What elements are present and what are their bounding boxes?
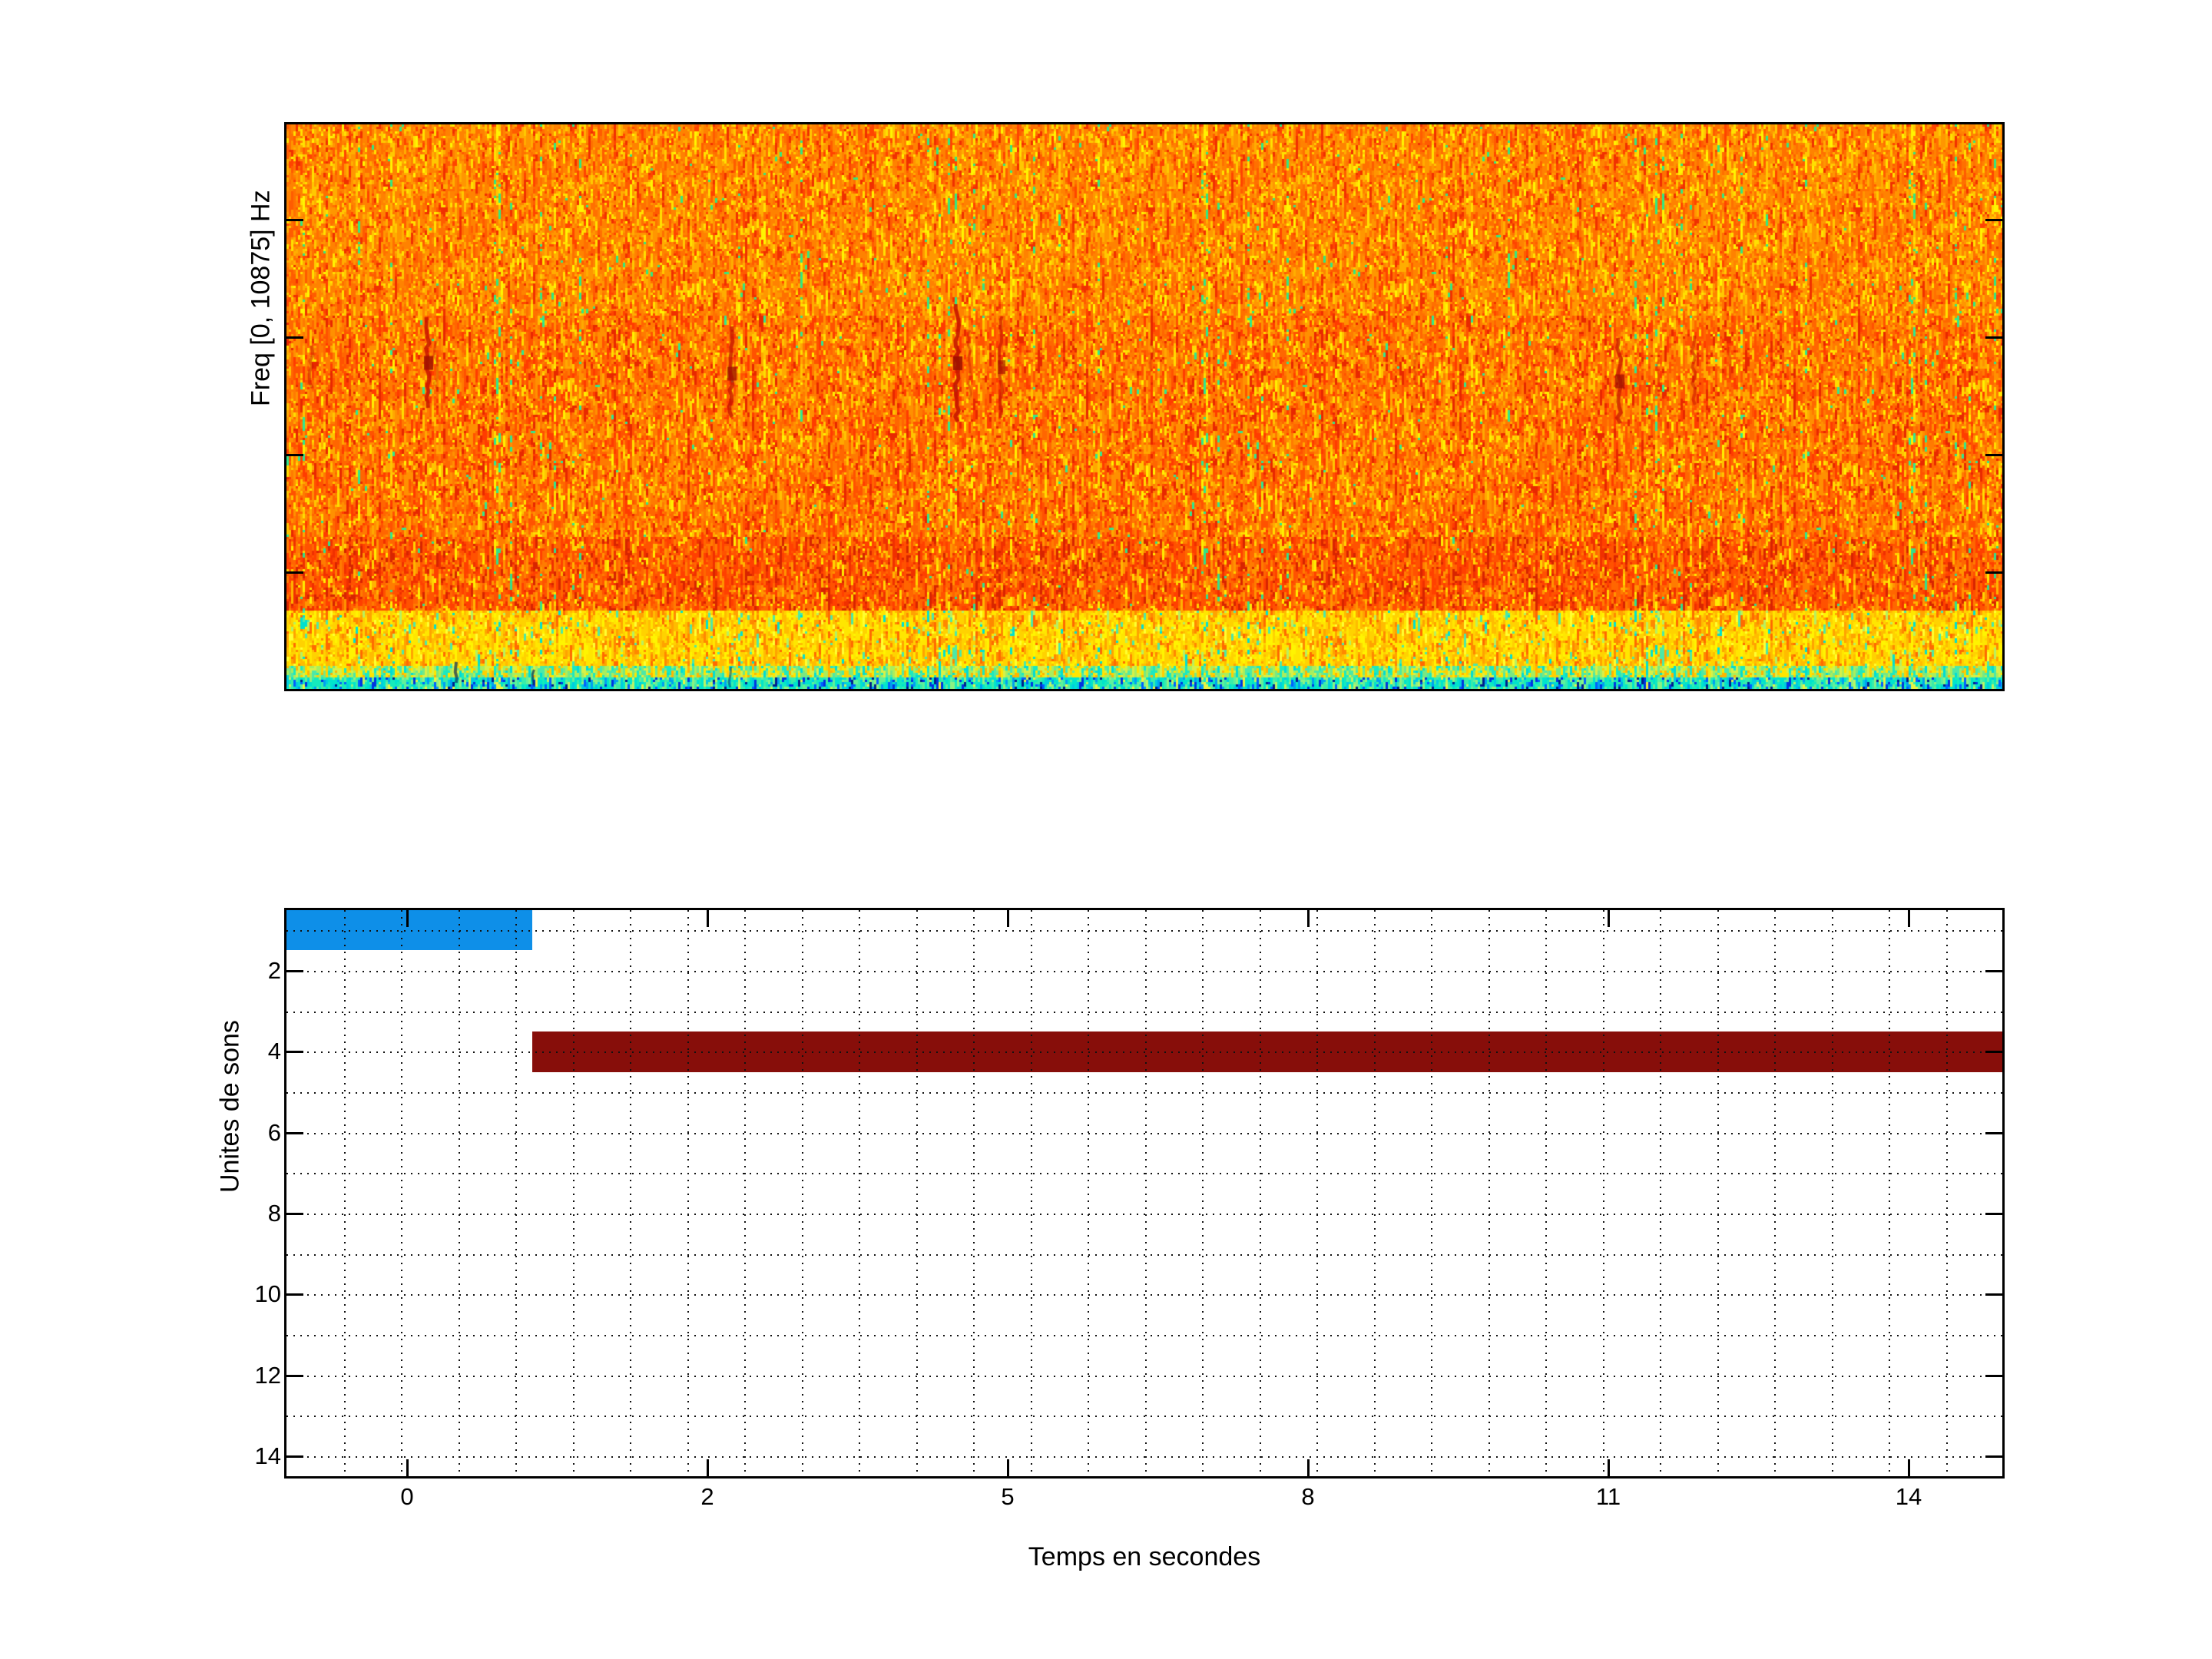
x-tick-bottom <box>1007 1459 1009 1476</box>
x-tick-top <box>1007 910 1009 927</box>
grid-line-vertical <box>859 910 860 1476</box>
grid-line-vertical <box>801 910 803 1476</box>
grid-line-vertical <box>1660 910 1661 1476</box>
x-tick-top <box>1908 910 1910 927</box>
y-tick-left <box>286 1213 303 1215</box>
grid-line-vertical <box>401 910 402 1476</box>
grid-line-vertical <box>916 910 918 1476</box>
grid-line-horizontal <box>286 1214 2002 1216</box>
grid-line-horizontal <box>286 1335 2002 1337</box>
freq-tick-right <box>1985 336 2002 339</box>
x-tick-bottom <box>707 1459 709 1476</box>
grid-line-vertical <box>1431 910 1432 1476</box>
grid-line-vertical <box>1202 910 1204 1476</box>
grid-line-vertical <box>744 910 746 1476</box>
y-tick-right <box>1985 1455 2002 1458</box>
y-tick-label: 4 <box>267 1038 281 1065</box>
y-tick-right <box>1985 1213 2002 1215</box>
grid-line-horizontal <box>286 1092 2002 1094</box>
x-tick-top <box>707 910 709 927</box>
grid-line-vertical <box>1144 910 1147 1476</box>
grid-line-vertical <box>1259 910 1261 1476</box>
y-tick-left <box>286 1132 303 1134</box>
x-tick-bottom <box>1908 1459 1910 1476</box>
grid-line-horizontal <box>286 1456 2002 1459</box>
y-tick-label: 2 <box>267 957 281 984</box>
grid-line-vertical <box>515 910 517 1476</box>
y-tick-label: 10 <box>254 1280 281 1307</box>
timeline-xlabel: Temps en secondes <box>1028 1542 1261 1571</box>
grid-line-vertical <box>1831 910 1833 1476</box>
x-tick-label: 2 <box>700 1483 714 1510</box>
grid-line-vertical <box>1774 910 1776 1476</box>
y-tick-label: 14 <box>254 1442 281 1469</box>
grid-line-vertical <box>687 910 689 1476</box>
grid-line-horizontal <box>286 1051 2002 1054</box>
grid-line-vertical <box>1889 910 1890 1476</box>
grid-line-vertical <box>1545 910 1547 1476</box>
freq-tick-left <box>286 571 303 574</box>
y-tick-left <box>286 1293 303 1296</box>
grid-line-horizontal <box>286 1132 2002 1134</box>
freq-tick-right <box>1985 454 2002 456</box>
grid-line-vertical <box>1088 910 1089 1476</box>
y-tick-left <box>286 1375 303 1377</box>
grid-line-horizontal <box>286 1253 2002 1256</box>
y-tick-right <box>1985 1375 2002 1377</box>
grid-line-vertical <box>572 910 575 1476</box>
x-tick-top <box>1307 910 1310 927</box>
grid-line-horizontal <box>286 1294 2002 1296</box>
grid-line-horizontal <box>286 1011 2002 1013</box>
y-tick-left <box>286 970 303 972</box>
y-tick-label: 8 <box>267 1200 281 1227</box>
y-tick-label: 6 <box>267 1119 281 1146</box>
x-tick-bottom <box>406 1459 409 1476</box>
grid-line-vertical <box>630 910 631 1476</box>
x-tick-label: 14 <box>1895 1483 1922 1510</box>
grid-line-vertical <box>1945 910 1948 1476</box>
freq-tick-left <box>286 454 303 456</box>
freq-tick-right <box>1985 219 2002 221</box>
y-tick-right <box>1985 1293 2002 1296</box>
y-tick-right <box>1985 970 2002 972</box>
grid-line-vertical <box>1602 910 1604 1476</box>
y-tick-right <box>1985 1132 2002 1134</box>
x-tick-bottom <box>1608 1459 1610 1476</box>
grid-line-vertical <box>1717 910 1719 1476</box>
x-tick-top <box>406 910 409 927</box>
freq-tick-right <box>1985 571 2002 574</box>
grid-line-horizontal <box>286 930 2002 932</box>
grid-line-vertical <box>458 910 460 1476</box>
y-tick-label: 12 <box>254 1362 281 1389</box>
freq-tick-left <box>286 336 303 339</box>
freq-tick-left <box>286 219 303 221</box>
y-tick-left <box>286 1455 303 1458</box>
spectrogram-image <box>286 124 2002 689</box>
x-tick-label: 5 <box>1001 1483 1015 1510</box>
x-tick-label: 11 <box>1595 1483 1621 1510</box>
grid-line-horizontal <box>286 1173 2002 1175</box>
grid-line-vertical <box>1030 910 1032 1476</box>
grid-line-vertical <box>973 910 975 1476</box>
grid-line-horizontal <box>286 971 2002 973</box>
y-tick-left <box>286 1051 303 1053</box>
x-tick-label: 8 <box>1301 1483 1315 1510</box>
grid-line-horizontal <box>286 1375 2002 1377</box>
grid-line-vertical <box>1373 910 1376 1476</box>
x-tick-bottom <box>1307 1459 1310 1476</box>
grid-line-vertical <box>343 910 346 1476</box>
y-tick-right <box>1985 1051 2002 1053</box>
grid-line-vertical <box>1316 910 1318 1476</box>
x-tick-top <box>1608 910 1610 927</box>
matlab-figure: Freq [0, 10875] Hz Unites de sons Temps … <box>0 0 2212 1659</box>
x-tick-label: 0 <box>400 1483 414 1510</box>
grid-line-vertical <box>1488 910 1490 1476</box>
grid-line-horizontal <box>286 1416 2002 1418</box>
